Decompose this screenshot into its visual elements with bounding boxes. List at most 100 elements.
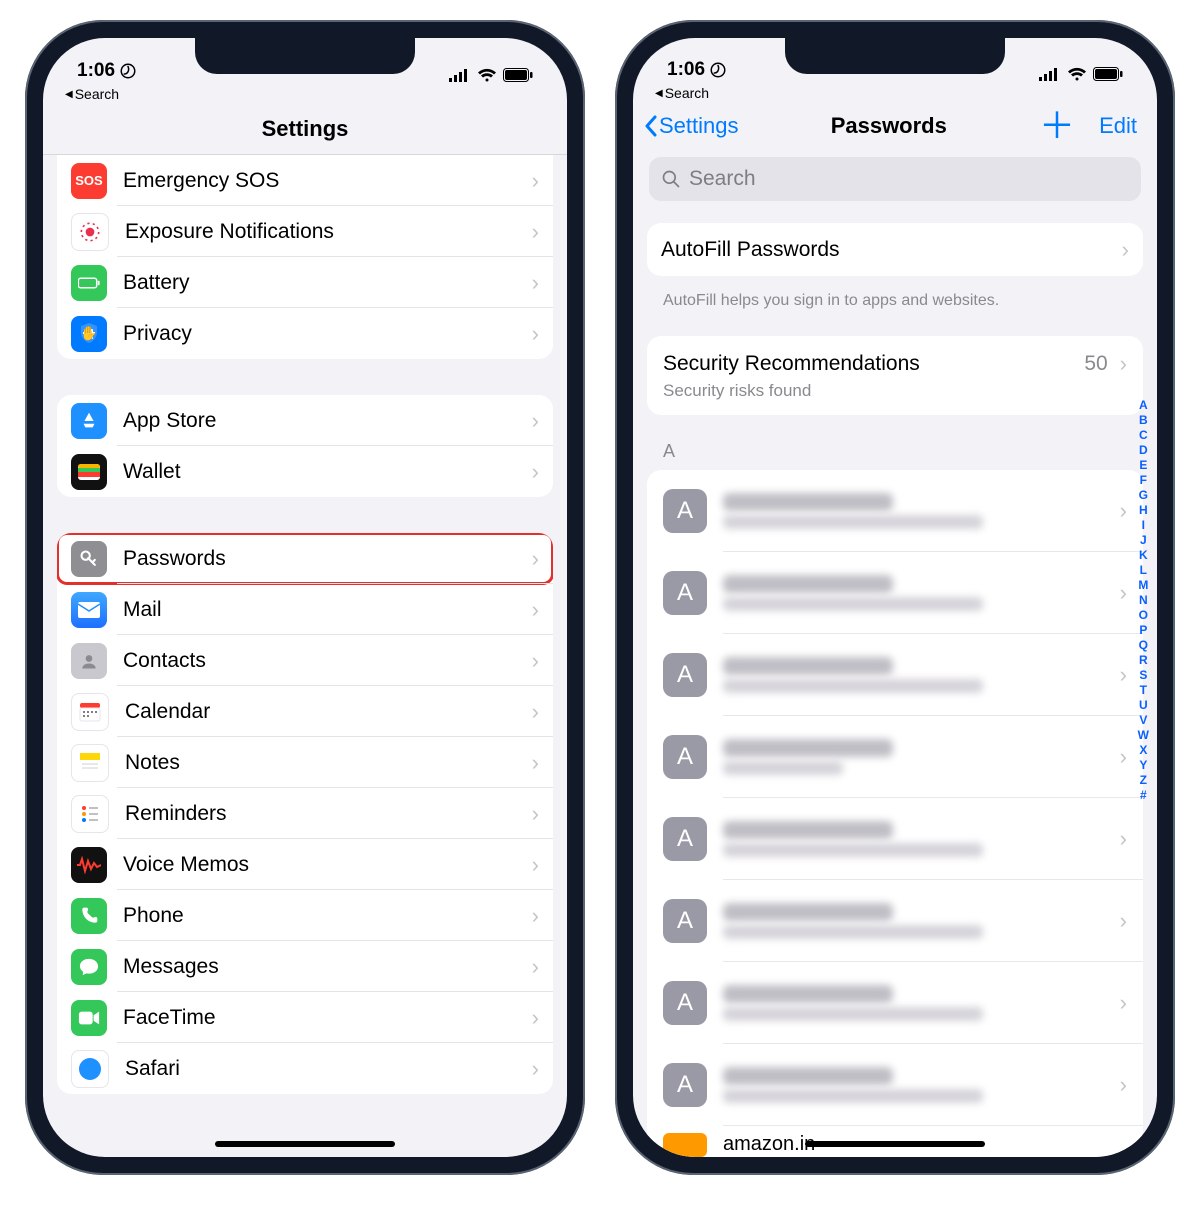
wallet-icon — [71, 454, 107, 490]
settings-content[interactable]: SOS Emergency SOS › Exposure Notificatio… — [43, 155, 567, 1157]
index-letter[interactable]: F — [1140, 473, 1147, 488]
index-letter[interactable]: G — [1139, 488, 1148, 503]
row-label: Voice Memos — [123, 853, 532, 877]
index-letter[interactable]: # — [1140, 788, 1147, 803]
row-facetime[interactable]: FaceTime › — [57, 992, 553, 1043]
index-letter[interactable]: P — [1139, 623, 1147, 638]
index-letter[interactable]: T — [1140, 683, 1147, 698]
row-battery[interactable]: Battery › — [57, 257, 553, 308]
add-button[interactable]: ＋ — [1039, 115, 1075, 137]
search-input[interactable]: Search — [649, 157, 1141, 200]
index-letter[interactable]: B — [1139, 413, 1148, 428]
row-label: Mail — [123, 598, 532, 622]
row-privacy[interactable]: ✋ Privacy › — [57, 308, 553, 359]
row-mail[interactable]: Mail › — [57, 584, 553, 635]
reminders-icon — [71, 795, 109, 833]
safari-icon — [71, 1050, 109, 1088]
row-notes[interactable]: Notes › — [57, 737, 553, 788]
row-emergency-sos[interactable]: SOS Emergency SOS › — [57, 155, 553, 206]
svg-text:✋: ✋ — [80, 325, 97, 341]
password-entry[interactable]: A › — [647, 716, 1143, 798]
row-app-store[interactable]: App Store › — [57, 395, 553, 446]
phone-icon — [71, 898, 107, 934]
chevron-right-icon: › — [532, 219, 539, 245]
index-letter[interactable]: D — [1139, 443, 1148, 458]
index-letter[interactable]: X — [1139, 743, 1147, 758]
chevron-right-icon: › — [1120, 744, 1127, 770]
row-label: Security Recommendations — [663, 352, 1076, 376]
breadcrumb-label: Search — [665, 85, 709, 101]
index-letter[interactable]: U — [1139, 698, 1148, 713]
password-list[interactable]: A › A › A › A › — [647, 470, 1143, 1157]
index-letter[interactable]: M — [1138, 578, 1148, 593]
row-wallet[interactable]: Wallet › — [57, 446, 553, 497]
calendar-icon — [71, 693, 109, 731]
autofill-group: AutoFill Passwords › — [647, 223, 1143, 276]
row-autofill-passwords[interactable]: AutoFill Passwords › — [647, 223, 1143, 276]
index-letter[interactable]: W — [1138, 728, 1149, 743]
password-entry[interactable]: A › — [647, 962, 1143, 1044]
row-calendar[interactable]: Calendar › — [57, 686, 553, 737]
index-letter[interactable]: Q — [1139, 638, 1148, 653]
row-safari[interactable]: Safari › — [57, 1043, 553, 1094]
row-label: Reminders — [125, 802, 532, 826]
row-security-recommendations[interactable]: Security Recommendations 50 › Security r… — [647, 336, 1143, 415]
chevron-right-icon: › — [532, 699, 539, 725]
wifi-icon — [477, 68, 497, 82]
password-entry[interactable]: A › — [647, 634, 1143, 716]
index-letter[interactable]: V — [1139, 713, 1147, 728]
chevron-right-icon: › — [532, 852, 539, 878]
password-entry[interactable]: A › — [647, 1044, 1143, 1126]
autofill-footer: AutoFill helps you sign in to apps and w… — [633, 282, 1157, 310]
back-button[interactable]: Settings — [643, 113, 739, 139]
battery-icon — [503, 68, 533, 82]
chevron-right-icon: › — [532, 408, 539, 434]
site-initial-icon: A — [663, 653, 707, 697]
row-label: Calendar — [125, 700, 532, 724]
row-contacts[interactable]: Contacts › — [57, 635, 553, 686]
row-label: Phone — [123, 904, 532, 928]
screen-settings: 1:06 ◀ — [43, 38, 567, 1157]
chevron-right-icon: › — [532, 648, 539, 674]
index-letter[interactable]: O — [1139, 608, 1148, 623]
home-indicator[interactable] — [805, 1141, 985, 1147]
index-letter[interactable]: J — [1140, 533, 1147, 548]
index-letter[interactable]: R — [1139, 653, 1148, 668]
notes-icon — [71, 744, 109, 782]
breadcrumb-back[interactable]: ◀ Search — [43, 84, 567, 108]
row-messages[interactable]: Messages › — [57, 941, 553, 992]
chevron-right-icon: › — [532, 954, 539, 980]
breadcrumb-back[interactable]: ◀ Search — [633, 83, 1157, 107]
index-letter[interactable]: N — [1139, 593, 1148, 608]
row-exposure-notifications[interactable]: Exposure Notifications › — [57, 206, 553, 257]
site-initial-icon: A — [663, 489, 707, 533]
status-time: 1:06 — [667, 59, 705, 81]
password-entry[interactable]: A › — [647, 798, 1143, 880]
password-entry[interactable]: A › — [647, 470, 1143, 552]
index-letter[interactable]: E — [1139, 458, 1147, 473]
row-passwords[interactable]: Passwords › — [57, 533, 553, 584]
row-phone[interactable]: Phone › — [57, 890, 553, 941]
password-entry[interactable]: A › — [647, 880, 1143, 962]
index-letter[interactable]: C — [1139, 428, 1148, 443]
index-letter[interactable]: Z — [1140, 773, 1147, 788]
row-reminders[interactable]: Reminders › — [57, 788, 553, 839]
privacy-icon: ✋ — [71, 316, 107, 352]
site-name-blurred — [723, 985, 893, 1003]
index-letter[interactable]: L — [1140, 563, 1147, 578]
row-voice-memos[interactable]: Voice Memos › — [57, 839, 553, 890]
wifi-icon — [1067, 67, 1087, 81]
index-letter[interactable]: A — [1139, 398, 1148, 413]
index-letter[interactable]: H — [1139, 503, 1148, 518]
search-placeholder: Search — [689, 167, 756, 191]
alphabet-index-rail[interactable]: ABCDEFGHIJKLMNOPQRSTUVWXYZ# — [1138, 398, 1157, 803]
edit-button[interactable]: Edit — [1099, 113, 1137, 139]
index-letter[interactable]: K — [1139, 548, 1148, 563]
index-letter[interactable]: S — [1139, 668, 1147, 683]
password-entry[interactable]: A › — [647, 552, 1143, 634]
chevron-right-icon: › — [1120, 580, 1127, 606]
home-indicator[interactable] — [215, 1141, 395, 1147]
index-letter[interactable]: Y — [1139, 758, 1147, 773]
index-letter[interactable]: I — [1142, 518, 1145, 533]
site-name-blurred — [723, 821, 893, 839]
